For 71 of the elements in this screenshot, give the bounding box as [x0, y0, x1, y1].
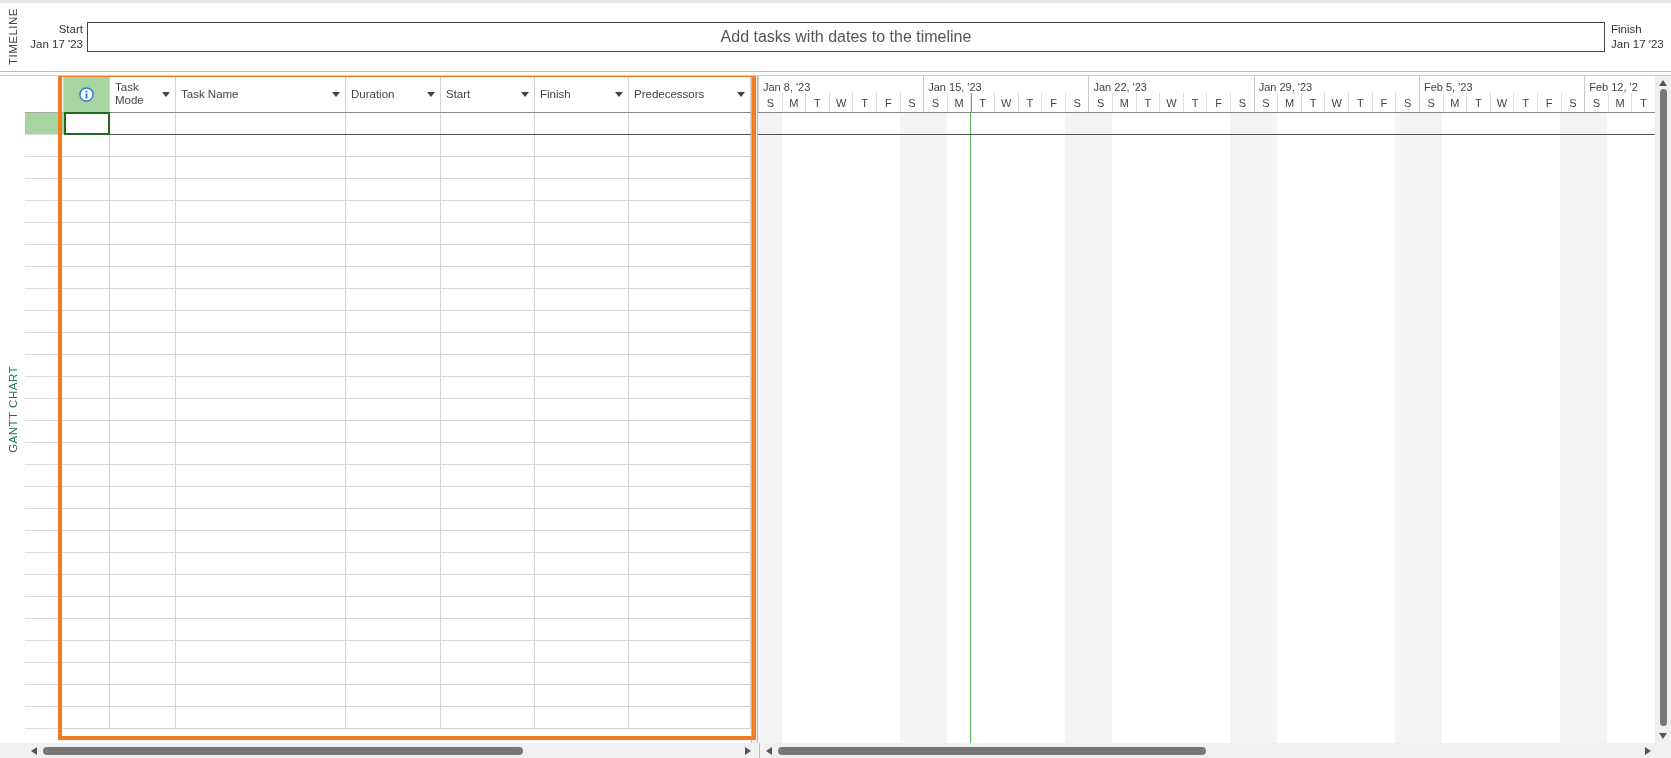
day-header: M [1443, 93, 1468, 112]
dropdown-arrow-icon[interactable] [332, 91, 340, 97]
day-header: M [1608, 93, 1633, 112]
week-label: Jan 8, '23 [763, 81, 811, 93]
column-header[interactable]: Task Mode [110, 76, 176, 112]
scroll-right-icon[interactable] [1645, 746, 1651, 755]
day-header: M [1113, 93, 1137, 112]
week-label: Feb 12, '2 [1589, 81, 1638, 93]
dropdown-arrow-icon[interactable] [521, 91, 529, 97]
day-header: F [1042, 93, 1066, 112]
dropdown-arrow-icon[interactable] [615, 91, 623, 97]
day-header: F [1207, 93, 1232, 112]
day-header: S [900, 93, 924, 112]
day-header: M [947, 93, 972, 112]
day-header: T [853, 93, 877, 112]
day-header: T [1301, 93, 1326, 112]
day-header: T [1467, 93, 1491, 112]
dropdown-arrow-icon[interactable] [737, 91, 745, 97]
column-header[interactable]: Finish [535, 76, 629, 112]
day-header: T [1514, 93, 1538, 112]
day-header: S [1585, 93, 1609, 112]
day-header: S [1089, 93, 1114, 112]
week-label: Feb 5, '23 [1423, 81, 1473, 93]
dropdown-arrow-icon[interactable] [162, 91, 170, 97]
column-header[interactable]: Start [441, 76, 535, 112]
finish-date: Jan 17 '23 [1611, 37, 1664, 52]
scroll-up-icon[interactable] [1659, 80, 1667, 86]
scroll-right-icon[interactable] [745, 746, 751, 755]
indicator-column-header[interactable] [64, 76, 110, 112]
day-header: W [1325, 93, 1350, 112]
day-header: W [1490, 93, 1515, 112]
day-header: F [876, 93, 901, 112]
day-header: S [1561, 93, 1585, 112]
day-header: S [759, 93, 783, 112]
vertical-scrollbar[interactable] [1655, 76, 1671, 743]
day-header: S [1419, 93, 1444, 112]
day-header: T [806, 93, 830, 112]
column-header[interactable]: Duration [346, 76, 441, 112]
day-header: F [1537, 93, 1562, 112]
column-header[interactable]: Task Name [176, 76, 346, 112]
day-header: S [1231, 93, 1254, 112]
day-header: T [971, 93, 995, 112]
day-header: F [1372, 93, 1397, 112]
day-header: W [995, 93, 1019, 112]
finish-label: Finish [1611, 22, 1642, 37]
week-label: Jan 29, '23 [1258, 81, 1313, 93]
day-header: T [1183, 93, 1208, 112]
day-header: S [1065, 93, 1089, 112]
scroll-left-icon[interactable] [31, 746, 37, 755]
day-header: T [1136, 93, 1161, 112]
week-label: Jan 15, '23 [928, 81, 982, 93]
info-icon [79, 86, 94, 102]
timeline-label: TIMELINE [5, 8, 20, 66]
scroll-left-icon[interactable] [766, 746, 772, 755]
start-label: Start [58, 22, 83, 37]
selected-cell[interactable] [64, 112, 110, 135]
day-header: T [1018, 93, 1043, 112]
day-header: S [924, 93, 948, 112]
day-header: W [1160, 93, 1184, 112]
day-header: S [1254, 93, 1279, 112]
timeline-bar[interactable]: Add tasks with dates to the timeline [87, 22, 1605, 52]
dropdown-arrow-icon[interactable] [427, 91, 435, 97]
gantt-chart-label: GANTT CHART [5, 366, 20, 453]
day-header: M [1278, 93, 1302, 112]
scroll-down-icon[interactable] [1659, 733, 1667, 739]
week-label: Jan 22, '23 [1093, 81, 1147, 93]
day-header: M [782, 93, 807, 112]
day-header: S [1396, 93, 1419, 112]
day-header: T [1349, 93, 1373, 112]
start-date: Jan 17 '23 [30, 37, 83, 52]
day-header: W [829, 93, 854, 112]
